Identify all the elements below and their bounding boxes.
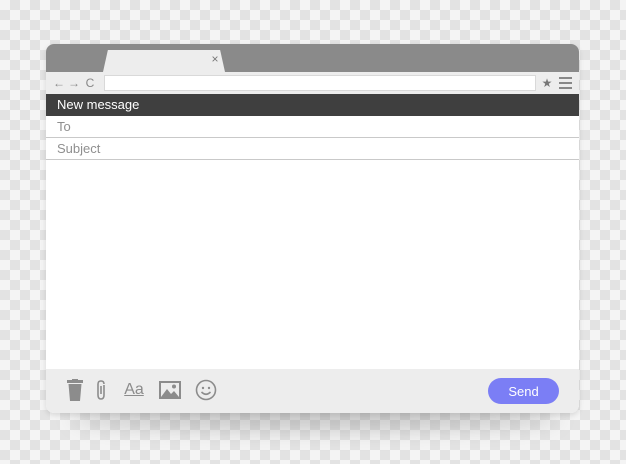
address-bar[interactable] [104, 75, 536, 91]
compose-title: New message [46, 94, 579, 116]
subject-field[interactable]: Subject [46, 138, 579, 160]
emoji-icon[interactable] [194, 377, 218, 403]
image-icon[interactable] [158, 377, 182, 403]
reload-icon[interactable]: C [83, 75, 97, 91]
message-body[interactable] [46, 161, 579, 369]
send-button[interactable]: Send [488, 378, 559, 404]
text-format-icon[interactable]: Aa [122, 377, 146, 403]
menu-icon[interactable] [559, 77, 572, 89]
close-icon[interactable]: × [209, 53, 221, 65]
title-bar: × [46, 44, 579, 72]
to-field[interactable]: To [46, 116, 579, 138]
browser-toolbar: ← → C ★ [46, 72, 579, 94]
trash-icon[interactable] [66, 377, 84, 403]
back-arrow-icon[interactable]: ← [52, 75, 66, 91]
attachment-icon[interactable] [95, 377, 109, 403]
forward-arrow-icon[interactable]: → [67, 75, 81, 91]
browser-tab[interactable] [103, 50, 225, 72]
browser-window: × ← → C ★ New message To Subject Aa Send [46, 44, 579, 413]
compose-footer: Aa Send [46, 369, 579, 413]
star-icon[interactable]: ★ [540, 75, 554, 91]
